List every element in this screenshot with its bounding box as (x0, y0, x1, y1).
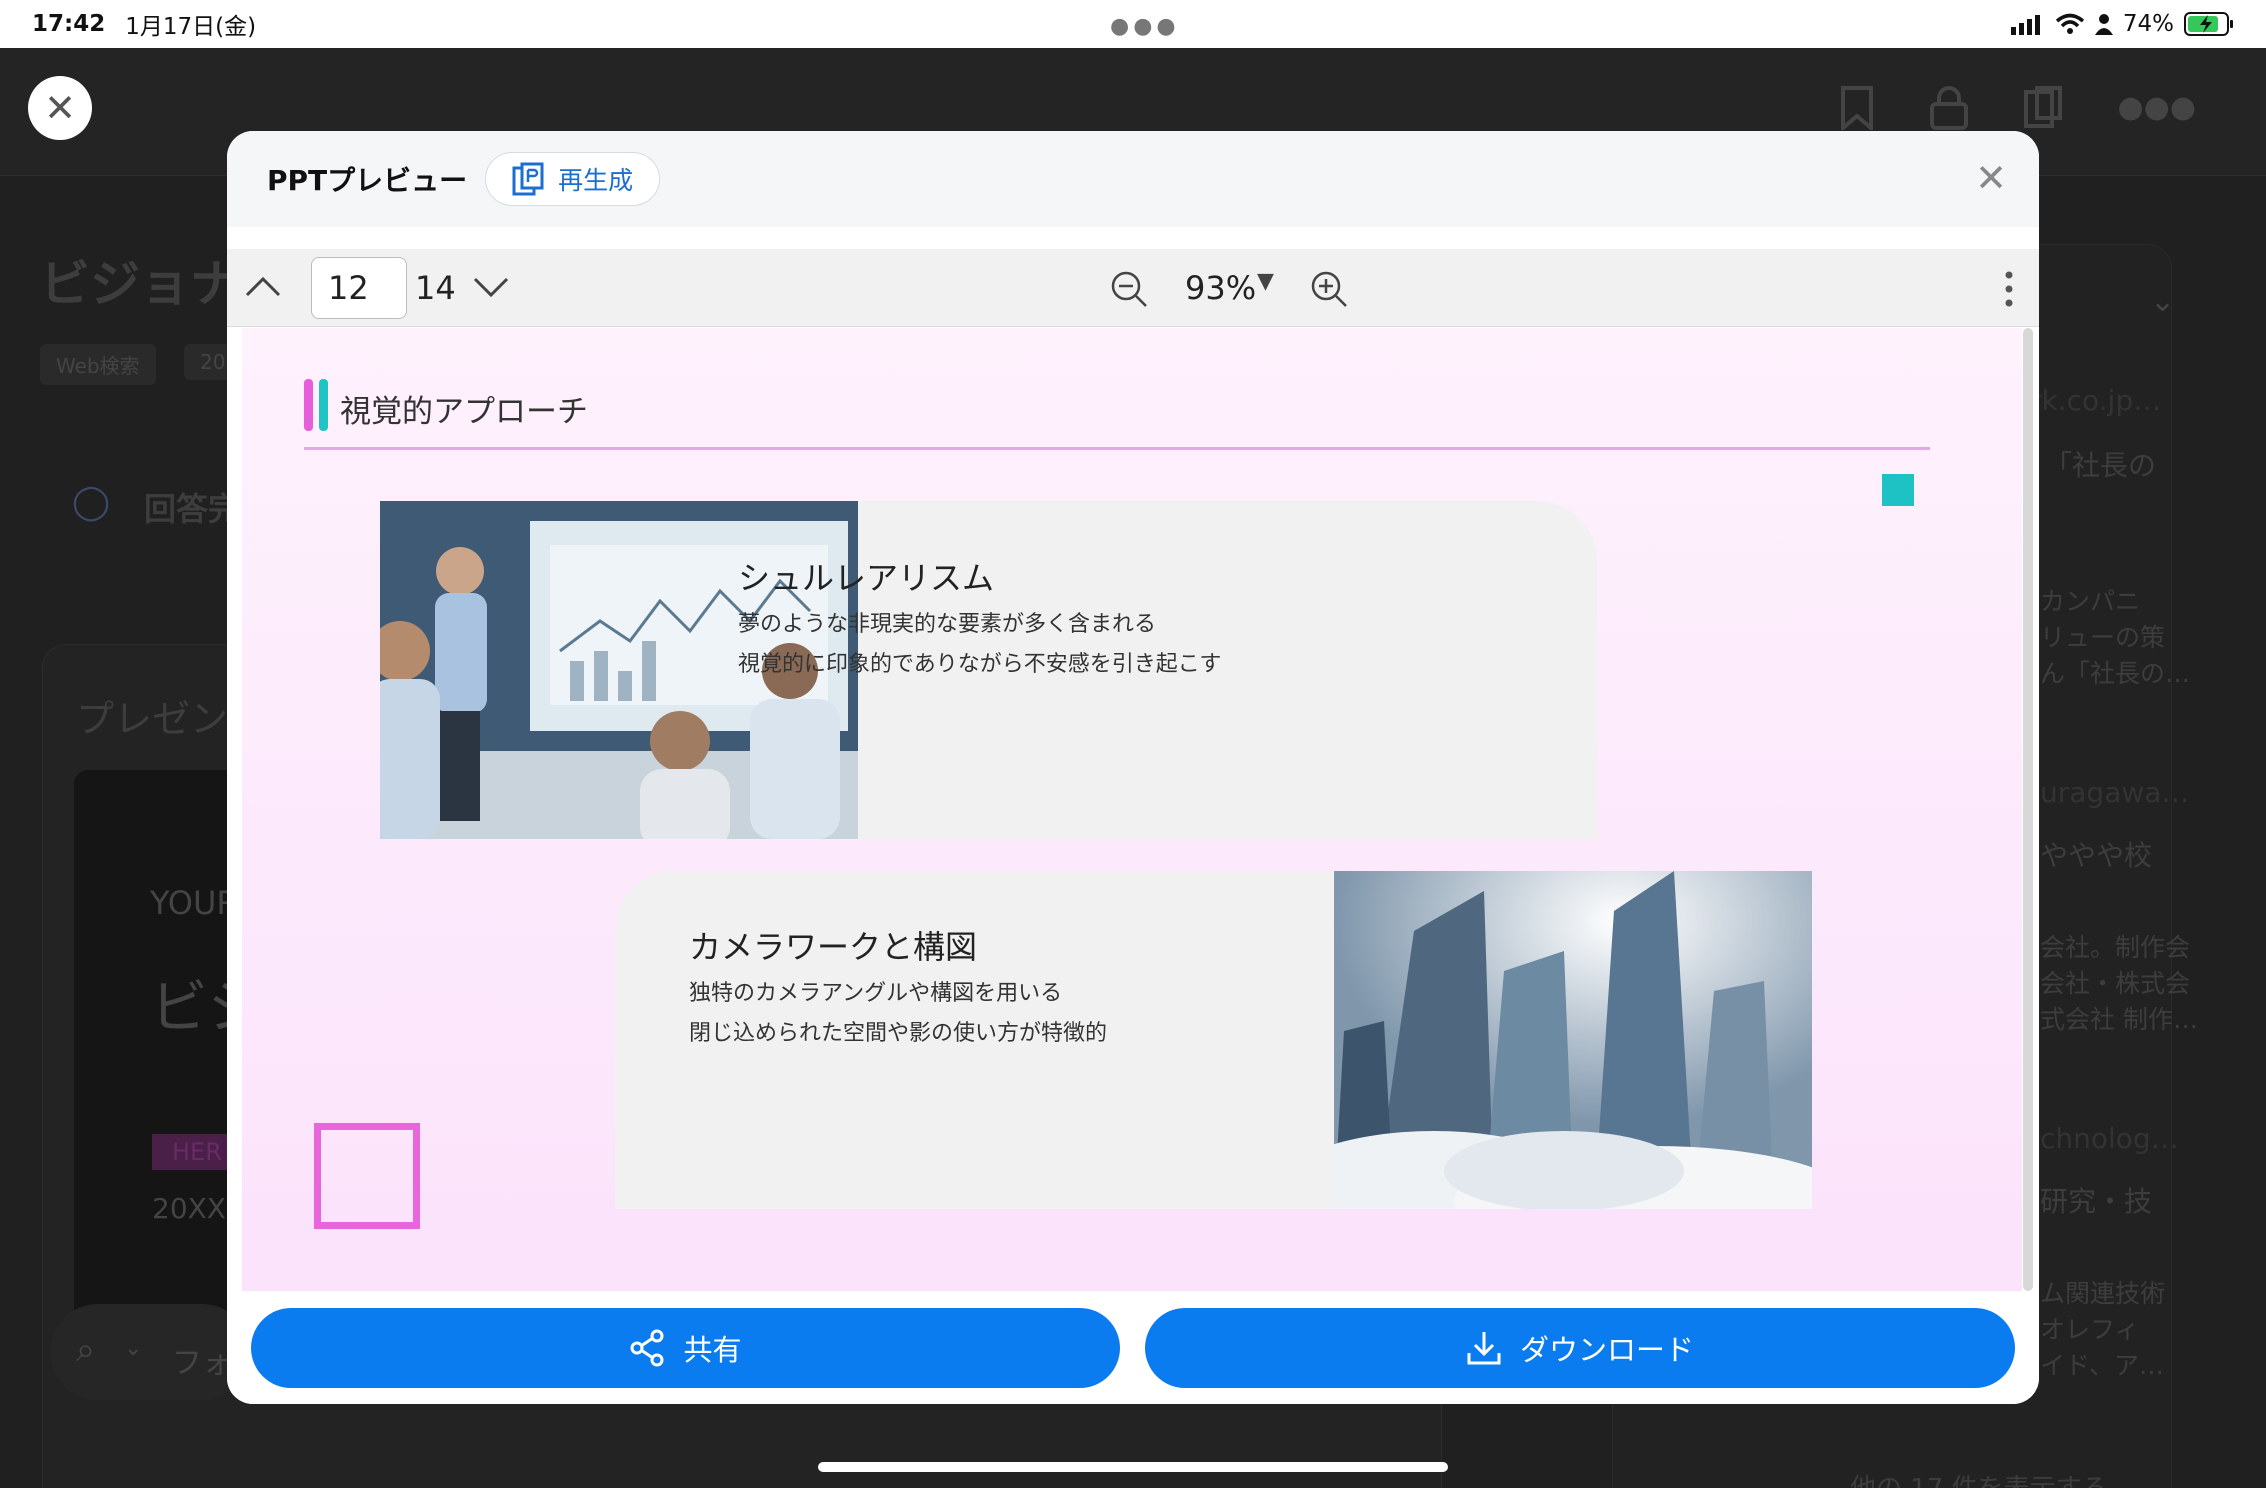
page-number-input[interactable] (311, 257, 407, 319)
download-label: ダウンロード (1519, 1333, 1694, 1367)
background-card-text: 20XX. (152, 1192, 235, 1225)
background-answer-label: 回答完 (144, 490, 241, 528)
card-heading: シュルレアリスム (738, 559, 995, 597)
download-icon (1467, 1332, 1501, 1365)
status-date: 1月17日(金) (125, 14, 257, 40)
modal-header: PPTプレビュー 再生成 ✕ (227, 131, 2039, 227)
modal-close-button[interactable]: ✕ (1975, 159, 2007, 197)
zoom-out-icon[interactable] (1109, 269, 1149, 309)
ppt-icon[interactable] (2023, 86, 2063, 130)
modal-footer: 共有 ダウンロード (227, 1291, 2039, 1404)
person-icon (2094, 14, 2113, 35)
close-circle-button[interactable]: ✕ (28, 76, 92, 140)
status-time: 17:42 (32, 11, 106, 37)
slide-preview: 視覚的アプローチ シュルレアリスム 夢のような非現実的な要素が多く含まれる 視覚… (242, 328, 2022, 1291)
regenerate-button[interactable]: 再生成 (485, 152, 661, 206)
more-icon[interactable]: ●●● (2117, 86, 2196, 130)
close-icon: ✕ (44, 86, 76, 130)
card-text: 夢のような非現実的な要素が多く含まれる (738, 612, 1157, 637)
background-snippet: ややや校 (2040, 839, 2153, 872)
background-snippet: 、「社長の (2030, 449, 2157, 482)
search-icon: ⌕ (76, 1330, 96, 1370)
lock-icon[interactable] (1929, 86, 1969, 130)
background-search-placeholder: フォ (172, 1346, 232, 1381)
share-label: 共有 (683, 1333, 742, 1367)
decorative-square (1882, 474, 1914, 506)
battery-charging-icon (2184, 12, 2233, 36)
background-snippet: rk.co.jp… (2030, 384, 2162, 417)
multitask-dots-icon[interactable]: ●●● (1110, 14, 1180, 39)
cellular-signal-icon (2010, 15, 2040, 35)
background-snippet: 研究・技 (2040, 1185, 2153, 1218)
chevron-up-icon[interactable] (243, 265, 283, 309)
background-tag: Web検索 (40, 344, 156, 385)
card-text: 閉じ込められた空間や影の使い方が特徴的 (689, 1021, 1108, 1046)
title-underline (304, 447, 1930, 450)
preview-scrollbar[interactable] (2023, 328, 2033, 1291)
decorative-square-outline (314, 1123, 420, 1229)
skyscrapers-clouds-image (1334, 871, 1812, 1209)
zoom-level[interactable]: 93% (1185, 269, 1256, 307)
background-snippet: uragawa… (2040, 776, 2190, 809)
background-snippet: カンパニ (2040, 587, 2141, 616)
background-thumbnail (74, 770, 244, 1330)
background-card-text: YOUR (150, 884, 239, 922)
slide-title: 視覚的アプローチ (340, 394, 588, 430)
regenerate-label: 再生成 (558, 166, 634, 195)
background-snippet: ム関連技術 (2040, 1279, 2166, 1308)
background-snippet: chnolog… (2040, 1122, 2179, 1155)
wifi-icon (2055, 13, 2085, 34)
caret-down-icon[interactable]: ▼ (1257, 269, 1274, 294)
card-text: 視覚的に印象的でありながら不安感を引き起こす (738, 652, 1222, 677)
background-snippet: ん「社長の… (2040, 659, 2191, 688)
home-indicator[interactable] (818, 1462, 1448, 1472)
download-button[interactable]: ダウンロード (1145, 1308, 2015, 1388)
title-accent-bar (304, 379, 313, 431)
close-icon: ✕ (1975, 156, 2007, 200)
background-snippet: リューの策 (2040, 623, 2166, 652)
ppt-preview-modal: PPTプレビュー 再生成 ✕ 14 93% ▼ 視覚的アプローチ (227, 131, 2039, 1404)
check-circle-icon: ◯ (72, 482, 111, 522)
chevron-down-icon[interactable] (471, 265, 511, 309)
background-snippet: 会社・株式会 (2040, 969, 2191, 998)
background-show-more: 他の 17 件を表示する (1850, 1468, 2108, 1488)
more-vertical-icon[interactable] (2003, 269, 2015, 309)
title-accent-bar (319, 379, 328, 431)
share-button[interactable]: 共有 (251, 1308, 1120, 1388)
page-total: 14 (415, 269, 456, 307)
bookmark-icon[interactable] (1839, 86, 1875, 130)
share-icon (630, 1329, 664, 1367)
background-present-label: プレゼン (76, 697, 229, 741)
battery-percent: 74% (2122, 11, 2174, 37)
background-top-icons: ●●● (1839, 86, 2196, 130)
background-title: ビジョナ (40, 255, 240, 313)
background-snippet: オレフィ (2040, 1315, 2140, 1344)
card-heading: カメラワークと構図 (689, 928, 978, 966)
preview-toolbar: 14 93% ▼ (227, 249, 2039, 327)
background-snippet: イド、ア… (2040, 1351, 2165, 1380)
chevron-down-icon: ⌄ (2150, 284, 2176, 319)
chevron-down-icon: ⌄ (124, 1336, 143, 1361)
ppt-icon (512, 162, 544, 196)
card-text: 独特のカメラアングルや構図を用いる (689, 981, 1063, 1006)
modal-title: PPTプレビュー (267, 164, 468, 197)
status-indicators: 74% (2010, 11, 2234, 37)
background-snippet: 会社。制作会 (2040, 933, 2191, 962)
background-snippet: 式会社 制作… (2040, 1005, 2198, 1034)
zoom-in-icon[interactable] (1309, 269, 1349, 309)
status-bar: 17:42 1月17日(金) ●●● 74% (0, 0, 2266, 48)
